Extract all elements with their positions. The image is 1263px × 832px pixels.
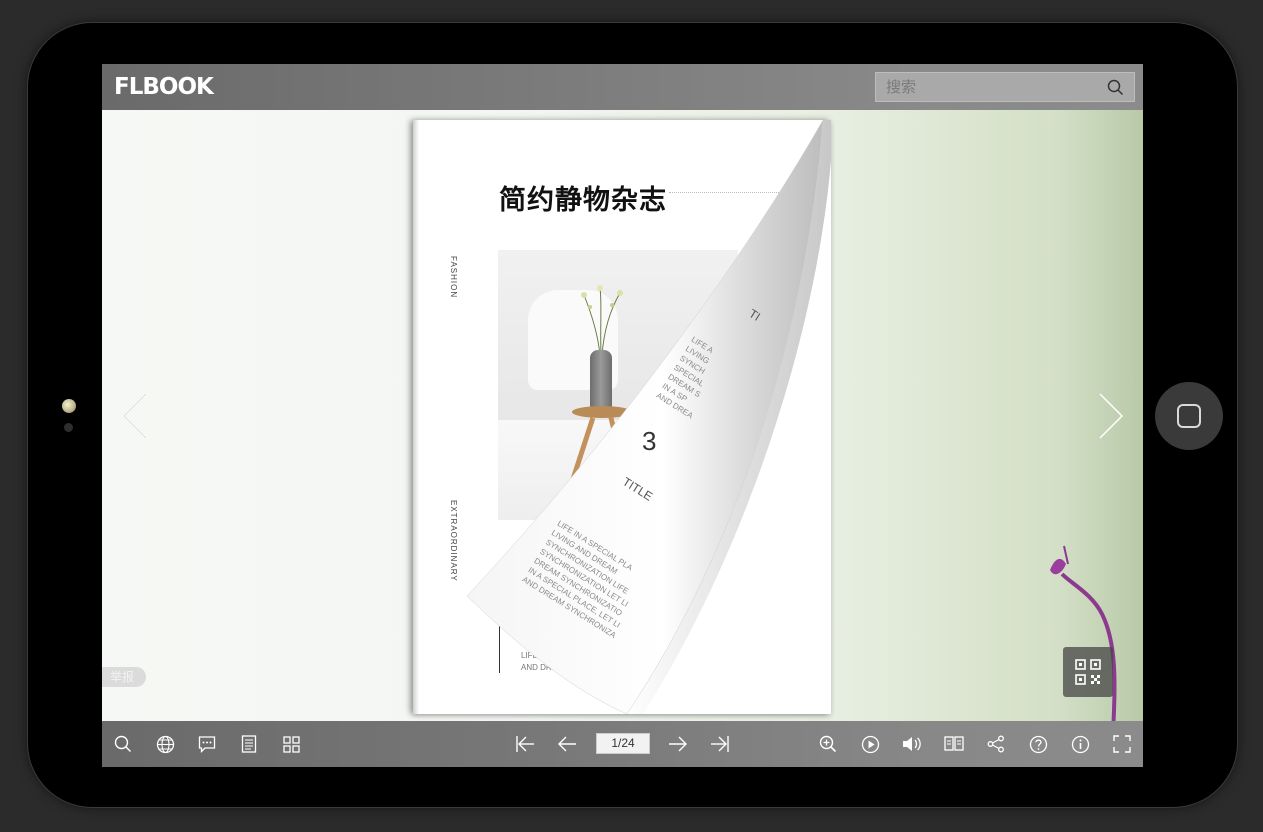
side-label-top: FASHION: [449, 256, 458, 299]
fullscreen-icon[interactable]: [1112, 734, 1132, 754]
curl-body-text: LIFE IN A SPECIAL PLA LIVING AND DREAM S…: [520, 518, 653, 641]
first-page-icon[interactable]: [515, 734, 535, 754]
prev-page-arrow[interactable]: [122, 392, 148, 440]
qr-code-button[interactable]: [1063, 647, 1113, 697]
stool-image: [572, 406, 632, 418]
search-icon[interactable]: [113, 734, 133, 754]
volume-icon[interactable]: [902, 734, 922, 754]
bottom-caption: LIFE IN A AND DREAM: [521, 650, 569, 674]
play-icon[interactable]: [860, 734, 880, 754]
qr-code-icon: [1075, 659, 1101, 685]
curl-page-number: 3: [642, 426, 657, 456]
plant-stems-image: [581, 285, 623, 355]
side-label-bottom: EXTRAORDINARY: [449, 500, 458, 582]
report-button[interactable]: 举报: [102, 667, 146, 687]
home-button[interactable]: [1155, 382, 1223, 450]
prev-page-icon[interactable]: [557, 734, 577, 754]
magazine-page[interactable]: 简约静物杂志 FASHION EXTRAORDINARY LIFE IN A A…: [413, 120, 831, 714]
double-page-icon[interactable]: [944, 734, 964, 754]
globe-icon[interactable]: [155, 734, 175, 754]
info-icon[interactable]: [1070, 734, 1090, 754]
home-square-icon: [1177, 404, 1201, 428]
search-icon[interactable]: [1107, 79, 1124, 96]
sofa-image: [498, 420, 618, 520]
title-divider: [669, 192, 829, 193]
bottom-divider: [499, 618, 500, 673]
app-logo[interactable]: FLBOOK: [114, 74, 214, 100]
curl-top-title: TI: [746, 306, 763, 324]
flipbook-screen: FLBOOK 简约静物杂志 FASHION EXTRAORDINARY: [102, 64, 1143, 767]
comment-icon[interactable]: [197, 734, 217, 754]
vase-image: [590, 350, 612, 410]
caption-line: LIFE IN A: [521, 651, 556, 660]
page-number-input[interactable]: 1/24: [596, 733, 650, 754]
search-box[interactable]: [875, 72, 1135, 102]
help-icon[interactable]: [1028, 734, 1048, 754]
top-bar: FLBOOK: [102, 64, 1143, 110]
share-icon[interactable]: [986, 734, 1006, 754]
zoom-in-icon[interactable]: [818, 734, 838, 754]
magazine-title: 简约静物杂志: [499, 185, 667, 216]
sensor-icon: [64, 423, 73, 432]
grid-icon[interactable]: [281, 734, 301, 754]
last-page-icon[interactable]: [710, 734, 730, 754]
next-page-arrow[interactable]: [1098, 392, 1124, 440]
book-spine: [413, 120, 419, 714]
search-input[interactable]: [876, 73, 1096, 101]
next-page-icon[interactable]: [668, 734, 688, 754]
camera-icon: [62, 399, 76, 413]
bottom-toolbar: 1/24: [102, 721, 1143, 767]
document-icon[interactable]: [239, 734, 259, 754]
caption-line: AND DREAM: [521, 663, 570, 672]
